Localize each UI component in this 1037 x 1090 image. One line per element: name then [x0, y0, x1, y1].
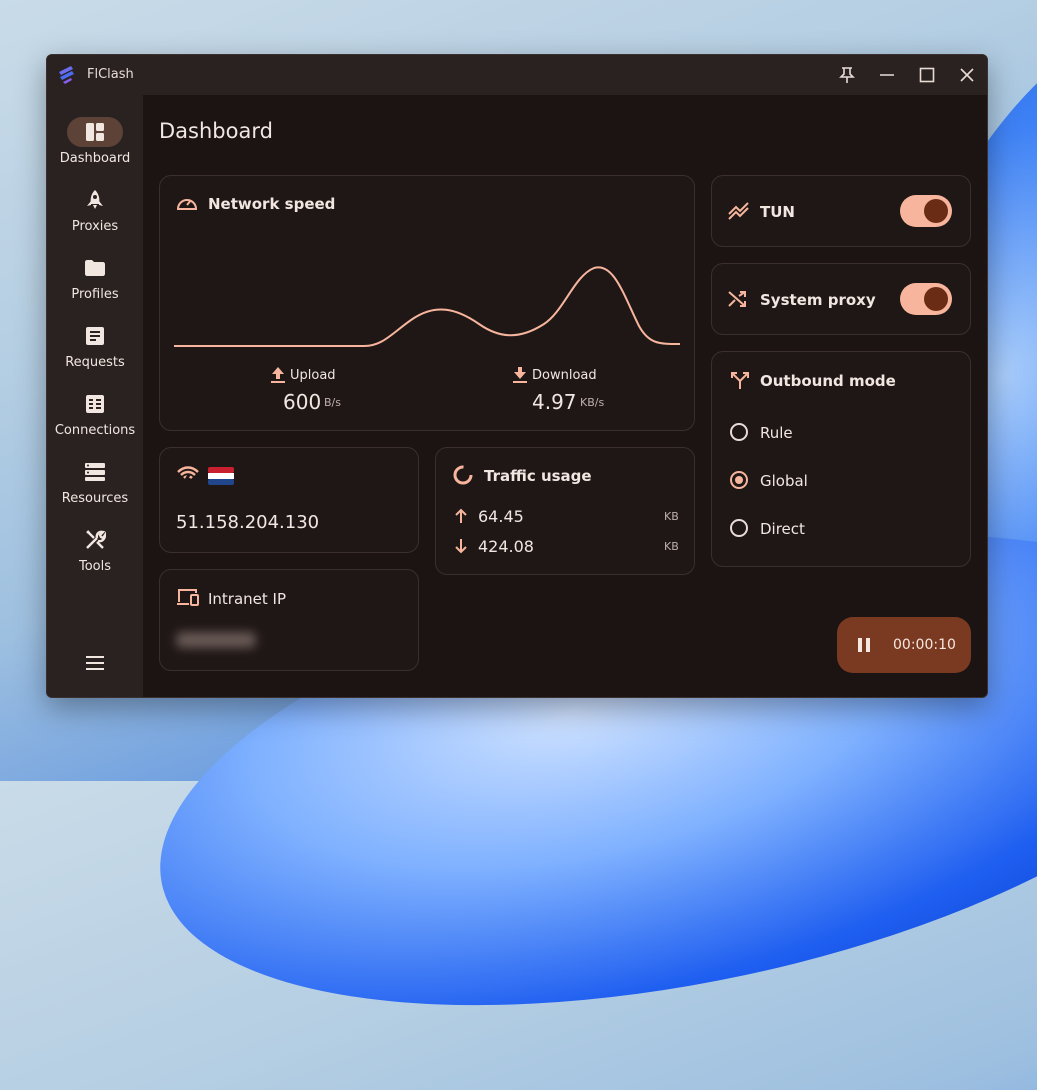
- speed-chart: [174, 266, 680, 347]
- app-window: FlClash Dashboard Proxies Profiles Reque…: [46, 54, 988, 698]
- public-ip-value: 51.158.204.130: [176, 512, 320, 533]
- traffic-donut-icon: [453, 465, 473, 485]
- speedometer-icon: [176, 199, 198, 210]
- sidebar-item-label: Proxies: [71, 219, 119, 234]
- download-value: 4.97: [532, 390, 577, 414]
- network-speed-title: Network speed: [208, 195, 336, 213]
- pin-button[interactable]: [833, 61, 861, 89]
- sidebar-item-proxies[interactable]: Proxies: [47, 185, 143, 247]
- traffic-down-unit: KB: [664, 540, 679, 553]
- system-proxy-card[interactable]: System proxy: [711, 263, 971, 335]
- timer-pause-button[interactable]: 00:00:10: [837, 617, 971, 673]
- dashboard-icon: [67, 117, 123, 147]
- timer-value: 00:00:10: [893, 637, 956, 653]
- arrow-up-icon: [455, 508, 467, 523]
- folder-icon: [67, 253, 123, 283]
- close-button[interactable]: [953, 61, 981, 89]
- sidebar-item-label: Dashboard: [59, 151, 131, 166]
- flclash-logo-icon: [59, 66, 74, 84]
- sidebar-item-connections[interactable]: Connections: [47, 389, 143, 451]
- netherlands-flag-icon: [208, 467, 234, 485]
- main-content: Dashboard Network speed Upload 600 B/s D…: [143, 95, 987, 697]
- connections-icon: [67, 389, 123, 419]
- radio-direct-label[interactable]: Direct: [760, 520, 805, 538]
- traffic-up-value: 64.45: [478, 507, 524, 526]
- radio-rule-label[interactable]: Rule: [760, 424, 793, 442]
- rocket-icon: [67, 185, 123, 215]
- arrow-down-icon: [455, 539, 467, 554]
- sidebar-item-label: Connections: [54, 423, 136, 438]
- radio-global-label[interactable]: Global: [760, 472, 808, 490]
- devices-icon: [177, 589, 199, 606]
- sidebar-item-tools[interactable]: Tools: [47, 525, 143, 587]
- sidebar-item-requests[interactable]: Requests: [47, 321, 143, 383]
- radio-direct[interactable]: [730, 519, 748, 537]
- tun-icon: [728, 202, 749, 220]
- maximize-button[interactable]: [913, 61, 941, 89]
- sidebar: Dashboard Proxies Profiles Requests Conn…: [47, 95, 143, 697]
- intranet-ip-card: Intranet IP: [159, 569, 419, 671]
- intranet-ip-title: Intranet IP: [208, 590, 287, 608]
- sidebar-item-label: Tools: [78, 559, 112, 574]
- network-speed-card: Network speed Upload 600 B/s Download 4.…: [159, 175, 695, 431]
- traffic-usage-title: Traffic usage: [484, 467, 592, 485]
- sidebar-item-resources[interactable]: Resources: [47, 457, 143, 519]
- tun-card[interactable]: TUN: [711, 175, 971, 247]
- wifi-icon: [177, 466, 199, 484]
- app-title: FlClash: [87, 67, 134, 82]
- radio-global[interactable]: [730, 471, 748, 489]
- minimize-icon: [880, 74, 894, 76]
- sidebar-item-profiles[interactable]: Profiles: [47, 253, 143, 315]
- upload-unit: B/s: [324, 396, 341, 409]
- traffic-down-value: 424.08: [478, 537, 534, 556]
- tun-label: TUN: [760, 203, 795, 221]
- upload-label: Upload: [290, 368, 336, 383]
- download-unit: KB/s: [580, 396, 605, 409]
- requests-icon: [67, 321, 123, 351]
- outbound-mode-title: Outbound mode: [760, 372, 896, 390]
- minimize-button[interactable]: [873, 61, 901, 89]
- system-proxy-toggle[interactable]: [900, 283, 952, 315]
- close-icon: [960, 68, 974, 82]
- system-proxy-label: System proxy: [760, 291, 876, 309]
- sidebar-item-dashboard[interactable]: Dashboard: [47, 117, 143, 179]
- blurred-ip-value: [176, 632, 256, 648]
- traffic-up-unit: KB: [664, 510, 679, 523]
- sidebar-item-label: Resources: [61, 491, 129, 506]
- download-icon: [513, 367, 527, 383]
- title-bar: FlClash: [47, 55, 987, 95]
- sidebar-item-label: Profiles: [71, 287, 119, 302]
- sidebar-item-label: Requests: [65, 355, 125, 370]
- tun-toggle[interactable]: [900, 195, 952, 227]
- outbound-mode-card: Outbound mode Rule Global Direct: [711, 351, 971, 567]
- download-label: Download: [532, 368, 597, 383]
- upload-icon: [271, 367, 285, 383]
- upload-value: 600: [283, 390, 322, 414]
- tools-icon: [67, 525, 123, 555]
- pin-icon: [839, 67, 855, 83]
- outbound-icon: [731, 372, 749, 389]
- storage-icon: [67, 457, 123, 487]
- pause-icon: [858, 638, 870, 652]
- network-detection-card: 51.158.204.130: [159, 447, 419, 553]
- menu-icon[interactable]: [83, 651, 107, 675]
- shuffle-icon: [728, 291, 746, 307]
- radio-rule[interactable]: [730, 423, 748, 441]
- page-title: Dashboard: [159, 119, 273, 143]
- maximize-icon: [919, 67, 935, 83]
- traffic-usage-card: Traffic usage 64.45 KB 424.08 KB: [435, 447, 695, 575]
